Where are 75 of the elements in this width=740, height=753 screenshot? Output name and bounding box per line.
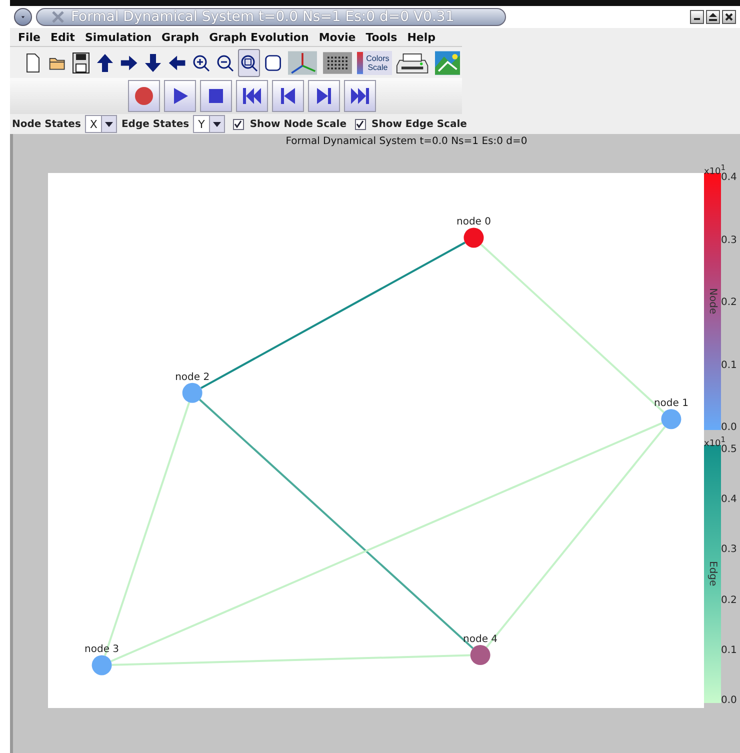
- skip-to-end-icon: [349, 85, 371, 107]
- checkbox-label: Show Edge Scale: [372, 118, 467, 130]
- scale-tick-label: 0.1: [721, 646, 737, 656]
- scale-tick-label: 0.1: [721, 360, 737, 370]
- x-icon: [51, 10, 65, 24]
- scale-tick-label: 0.2: [721, 298, 737, 308]
- menu-item[interactable]: File: [13, 30, 46, 44]
- scale-tick-label: 0.4: [721, 495, 737, 506]
- maximize-icon: [709, 13, 717, 21]
- landscape-image-icon: [434, 50, 460, 76]
- node-label: node 2: [175, 372, 210, 383]
- record-icon: [133, 85, 155, 107]
- scale-tick-label: 0.5: [721, 445, 737, 455]
- graph-node[interactable]: [464, 228, 484, 248]
- scale-tick-label: 0.0: [721, 696, 737, 706]
- node-label: node 4: [463, 634, 498, 646]
- zoom-out-icon: [216, 54, 234, 72]
- axes-icon: [288, 50, 318, 76]
- arrow-up-icon: [96, 52, 114, 72]
- graph-node[interactable]: [92, 655, 112, 676]
- graph-node[interactable]: [182, 382, 202, 403]
- window-menu-button[interactable]: [14, 8, 32, 26]
- menu-item[interactable]: Simulation: [80, 30, 157, 44]
- scale-tick-label: 0.0: [721, 423, 737, 433]
- scale-tick-label: 0.3: [721, 545, 737, 556]
- caret-down-icon: [105, 122, 114, 126]
- arrow-right-icon: [120, 54, 138, 72]
- frame-icon: [264, 52, 282, 72]
- close-icon: [725, 13, 733, 21]
- scale-title: Node: [707, 288, 718, 315]
- zoom-in-icon: [192, 54, 210, 72]
- play-button[interactable]: [164, 80, 196, 112]
- window-title: Formal Dynamical System t=0.0 Ns=1 Es:0 d=0 V0.31: [71, 9, 454, 25]
- check-icon: [356, 120, 364, 128]
- node-states-label: Node States: [12, 118, 81, 130]
- graph-node[interactable]: [661, 409, 682, 430]
- scale-tick-label: 0.2: [721, 596, 737, 606]
- menu-item[interactable]: Edit: [46, 30, 80, 44]
- menu-item[interactable]: Graph: [156, 30, 204, 44]
- close-button[interactable]: [722, 10, 736, 24]
- node-label: node 1: [654, 398, 688, 410]
- menu-item[interactable]: Help: [402, 30, 441, 44]
- node-states-dropdown[interactable]: X: [84, 115, 118, 133]
- check-icon: [234, 120, 242, 128]
- step-back-button[interactable]: [272, 80, 304, 112]
- minimize-button[interactable]: [690, 10, 704, 24]
- grid-icon: [323, 50, 352, 74]
- zoom-fit-icon: [240, 54, 258, 72]
- menu-item[interactable]: Graph Evolution: [204, 30, 314, 44]
- checkbox-label: Show Node Scale: [250, 118, 347, 130]
- toolbar-button[interactable]: [238, 48, 260, 76]
- graph-node[interactable]: [470, 645, 490, 666]
- menu-item[interactable]: Movie: [314, 30, 361, 44]
- node-label: node 0: [456, 216, 491, 228]
- skip-to-end-button[interactable]: [344, 80, 376, 112]
- scale-title: Edge: [707, 561, 718, 587]
- arrow-left-icon: [168, 54, 186, 72]
- caret-down-icon: [212, 122, 221, 126]
- new-file-icon: [26, 52, 40, 72]
- arrow-down-icon: [144, 52, 162, 72]
- skip-to-start-icon: [241, 85, 263, 107]
- stop-button[interactable]: [200, 80, 232, 112]
- graph-caption: Formal Dynamical System t=0.0 Ns=1 Es:0 d=0: [284, 135, 528, 147]
- checkbox[interactable]: [354, 118, 366, 130]
- node-label: node 3: [84, 644, 120, 656]
- edge-states-dropdown[interactable]: Y: [193, 115, 225, 133]
- maximize-button[interactable]: [706, 10, 720, 24]
- menu-item[interactable]: Tools: [360, 30, 402, 44]
- record-button[interactable]: [128, 80, 160, 112]
- step-forward-button[interactable]: [308, 80, 340, 112]
- edge-states-label: Edge States: [121, 118, 190, 130]
- checkbox[interactable]: [232, 118, 244, 130]
- scale-tick-label: 0.4: [721, 173, 737, 183]
- skip-to-start-button[interactable]: [236, 80, 268, 112]
- scale-tick-label: 0.3: [721, 236, 737, 246]
